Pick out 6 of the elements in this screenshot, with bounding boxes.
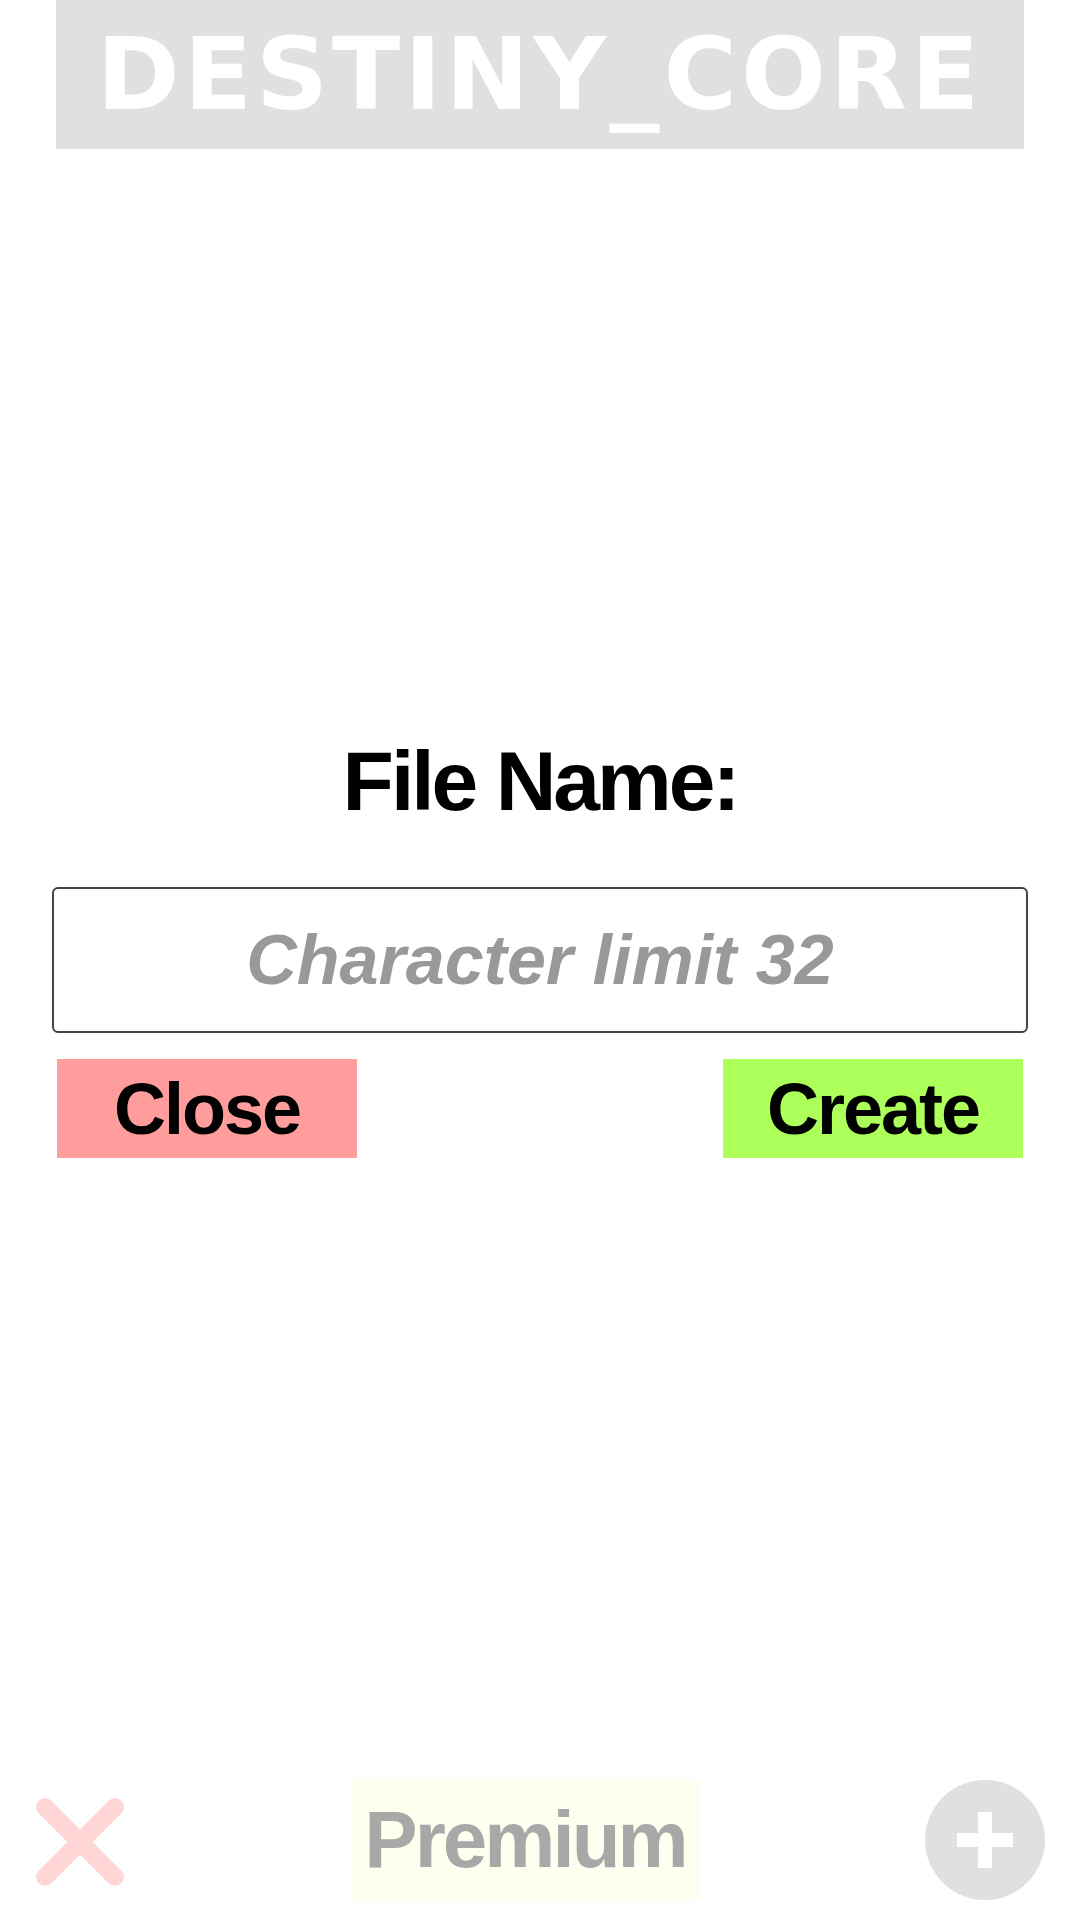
add-icon[interactable]	[925, 1780, 1045, 1900]
close-icon[interactable]	[35, 1797, 125, 1887]
field-label: File Name:	[342, 739, 738, 823]
file-name-field[interactable]: Character limit 32	[52, 887, 1028, 1033]
create-button[interactable]: Create	[723, 1059, 1023, 1158]
close-button[interactable]: Close	[57, 1059, 357, 1158]
